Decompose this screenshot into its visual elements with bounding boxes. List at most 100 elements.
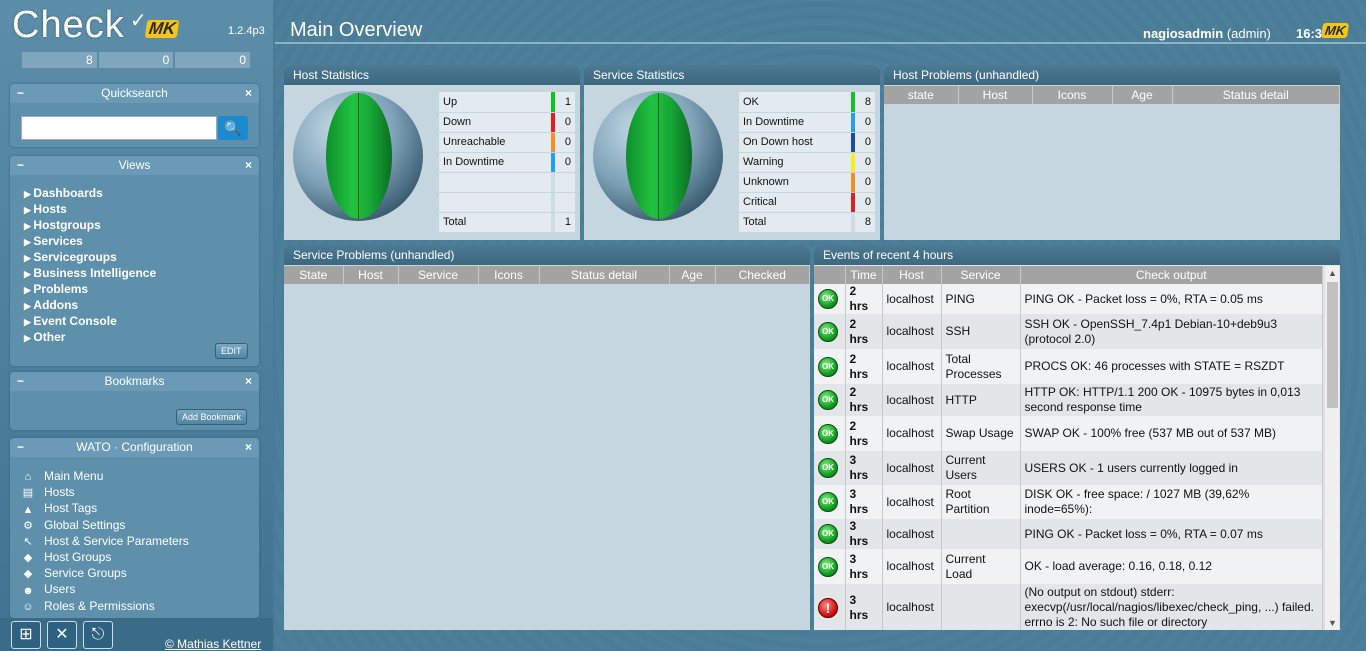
- wato-header[interactable]: − WATO · Configuration ×: [10, 438, 259, 457]
- views-header[interactable]: − Views ×: [10, 156, 259, 175]
- service-cell[interactable]: [941, 584, 1021, 630]
- host-cell[interactable]: localhost: [882, 384, 942, 416]
- column-header[interactable]: Icons: [1032, 86, 1113, 104]
- host-cell[interactable]: localhost: [882, 416, 942, 451]
- wato-item-hosts[interactable]: ▤ Hosts: [20, 484, 189, 500]
- edit-views-button[interactable]: EDIT: [215, 343, 248, 359]
- stat-row[interactable]: Up 1: [439, 92, 575, 113]
- wato-item-service-groups[interactable]: ◆ Service Groups: [20, 565, 189, 581]
- column-header[interactable]: Time: [845, 266, 883, 284]
- add-snapin-button[interactable]: ⊞: [11, 621, 41, 649]
- column-header[interactable]: Host: [343, 266, 399, 284]
- host-cell[interactable]: localhost: [882, 584, 942, 630]
- quicksearch-input[interactable]: [21, 116, 217, 140]
- event-row[interactable]: OK 3 hrs localhost Current Load OK - load av…: [814, 549, 1323, 584]
- stat-row[interactable]: Total 1: [439, 212, 575, 233]
- event-row[interactable]: ! 3 hrs localhost (No output on stdout) std…: [814, 584, 1323, 630]
- stat-row[interactable]: OK 8: [739, 92, 875, 113]
- stat-row[interactable]: Unreachable 0: [439, 132, 575, 153]
- service-globe[interactable]: [593, 91, 723, 221]
- views-item-problems[interactable]: Problems: [24, 282, 156, 298]
- event-row[interactable]: OK 2 hrs localhost Swap Usage SWAP OK - 100%…: [814, 416, 1323, 451]
- host-cell[interactable]: localhost: [882, 314, 942, 349]
- minimize-icon[interactable]: −: [17, 438, 24, 457]
- wato-item-roles[interactable]: ☺ Roles & Permissions: [20, 598, 189, 614]
- bookmarks-header[interactable]: − Bookmarks ×: [10, 372, 259, 391]
- stat-row[interactable]: Unknown 0: [739, 172, 875, 193]
- user-info[interactable]: nagiosadmin (admin): [1143, 26, 1271, 41]
- views-item-business-intelligence[interactable]: Business Intelligence: [24, 266, 156, 282]
- column-header[interactable]: Host: [882, 266, 942, 284]
- column-header[interactable]: State: [284, 266, 344, 284]
- wato-item-host-groups[interactable]: ◆ Host Groups: [20, 549, 189, 565]
- brand-logo[interactable]: Check ✓ MK 1.2.4p3: [0, 0, 273, 48]
- service-cell[interactable]: HTTP: [941, 384, 1021, 416]
- wato-item-host-tags[interactable]: ▲ Host Tags: [20, 500, 189, 516]
- views-item-dashboards[interactable]: Dashboards: [24, 186, 156, 202]
- close-icon[interactable]: ×: [245, 438, 252, 457]
- column-header[interactable]: [814, 266, 846, 284]
- host-cell[interactable]: localhost: [882, 485, 942, 519]
- wato-item-main-menu[interactable]: ⌂ Main Menu: [20, 468, 189, 484]
- service-cell[interactable]: [941, 519, 1021, 549]
- views-item-services[interactable]: Services: [24, 234, 156, 250]
- count-warn[interactable]: 0: [98, 52, 174, 68]
- views-item-hosts[interactable]: Hosts: [24, 202, 156, 218]
- scroll-down-icon[interactable]: ▼: [1325, 616, 1340, 630]
- column-header[interactable]: Service: [398, 266, 479, 284]
- column-header[interactable]: Checked: [715, 266, 810, 284]
- host-cell[interactable]: localhost: [882, 349, 942, 384]
- count-crit[interactable]: 0: [175, 52, 251, 68]
- column-header[interactable]: Age: [1112, 86, 1173, 104]
- views-item-event-console[interactable]: Event Console: [24, 314, 156, 330]
- scroll-up-icon[interactable]: ▲: [1325, 266, 1340, 280]
- search-button[interactable]: 🔍: [218, 116, 248, 140]
- minimize-icon[interactable]: −: [17, 372, 24, 391]
- views-item-other[interactable]: Other: [24, 330, 156, 346]
- logout-button[interactable]: ⎋: [83, 621, 113, 649]
- stat-row[interactable]: Down 0: [439, 112, 575, 133]
- column-header[interactable]: Service: [941, 266, 1021, 284]
- event-row[interactable]: OK 2 hrs localhost Total Processes PROCS OK:…: [814, 349, 1323, 384]
- stat-row[interactable]: In Downtime 0: [739, 112, 875, 133]
- add-bookmark-button[interactable]: Add Bookmark: [176, 409, 248, 425]
- stat-row[interactable]: In Downtime 0: [439, 152, 575, 173]
- event-row[interactable]: OK 2 hrs localhost HTTP HTTP OK: HTTP/1.1 20…: [814, 384, 1323, 416]
- stat-row[interactable]: Warning 0: [739, 152, 875, 173]
- column-header[interactable]: Check output: [1020, 266, 1323, 284]
- host-cell[interactable]: localhost: [882, 519, 942, 549]
- stat-row[interactable]: [439, 192, 575, 213]
- copyright-link[interactable]: © Mathias Kettner: [165, 637, 261, 651]
- service-cell[interactable]: PING: [941, 284, 1021, 314]
- minimize-icon[interactable]: −: [17, 156, 24, 175]
- event-row[interactable]: OK 3 hrs localhost PING OK - Packet loss = …: [814, 519, 1323, 549]
- wato-item-parameters[interactable]: ↖ Host & Service Parameters: [20, 533, 188, 549]
- close-icon[interactable]: ×: [245, 156, 252, 175]
- host-cell[interactable]: localhost: [882, 451, 942, 485]
- event-row[interactable]: OK 3 hrs localhost Current Users USERS OK - …: [814, 451, 1323, 485]
- count-ok[interactable]: 8: [22, 52, 97, 68]
- close-icon[interactable]: ×: [245, 372, 252, 391]
- column-header[interactable]: Icons: [478, 266, 540, 284]
- host-globe[interactable]: [293, 91, 423, 221]
- stat-row[interactable]: [439, 172, 575, 193]
- stat-row[interactable]: On Down host 0: [739, 132, 875, 153]
- event-row[interactable]: OK 3 hrs localhost Root Partition DISK OK - …: [814, 485, 1323, 519]
- host-cell[interactable]: localhost: [882, 284, 942, 314]
- host-cell[interactable]: localhost: [882, 549, 942, 584]
- column-header[interactable]: state: [884, 86, 959, 104]
- service-cell[interactable]: Current Users: [941, 451, 1021, 485]
- tools-button[interactable]: ✕: [47, 621, 77, 649]
- service-cell[interactable]: Swap Usage: [941, 416, 1021, 451]
- service-cell[interactable]: Total Processes: [941, 349, 1021, 384]
- views-item-addons[interactable]: Addons: [24, 298, 156, 314]
- close-icon[interactable]: ×: [245, 84, 252, 103]
- service-cell[interactable]: SSH: [941, 314, 1021, 349]
- column-header[interactable]: Age: [669, 266, 716, 284]
- event-row[interactable]: OK 2 hrs localhost PING PING OK - Packet los…: [814, 284, 1323, 314]
- minimize-icon[interactable]: −: [17, 84, 24, 103]
- service-cell[interactable]: Current Load: [941, 549, 1021, 584]
- stat-row[interactable]: Total 8: [739, 212, 875, 233]
- wato-item-users[interactable]: ☻ Users: [20, 581, 189, 597]
- scrollbar-thumb[interactable]: [1327, 282, 1338, 408]
